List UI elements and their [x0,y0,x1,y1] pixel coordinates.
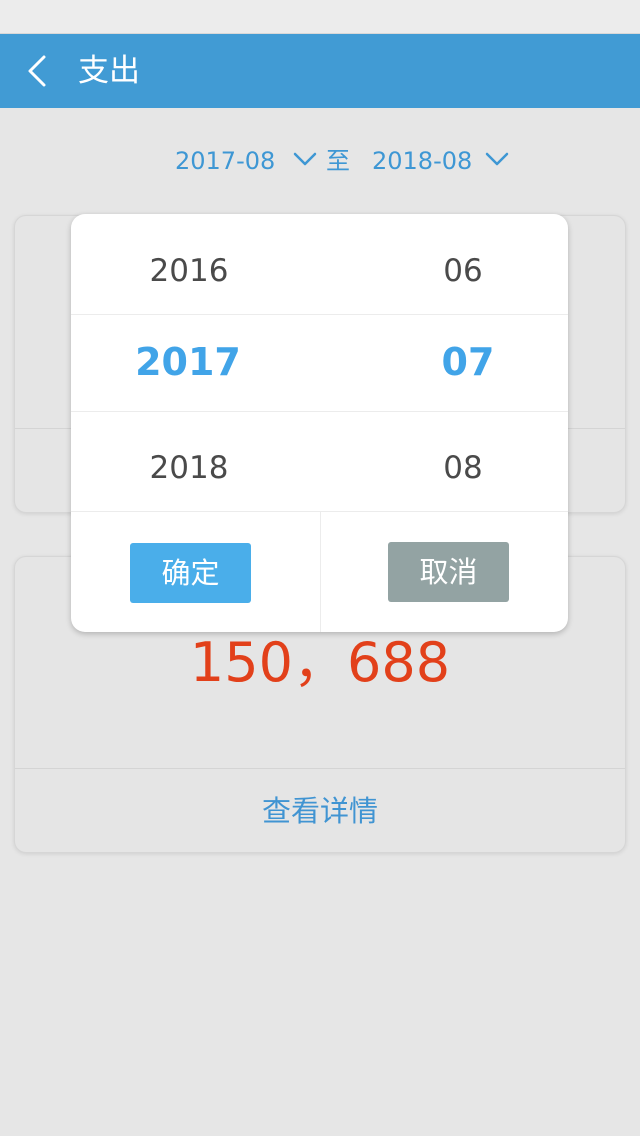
chevron-left-icon [28,55,46,87]
view-details-link[interactable]: 查看详情 [15,769,625,853]
picker-month-option[interactable]: 08 [383,448,543,488]
app-header: 支出 [0,34,640,108]
end-date[interactable]: 2018-08 [372,140,472,182]
page-title: 支出 [78,53,140,89]
picker-year-option[interactable]: 2018 [109,448,269,488]
date-range-selector: 2017-08 至 2018-08 [0,140,640,182]
status-bar [0,0,640,34]
end-date-chevron-down-icon[interactable] [485,150,509,170]
picker-month-option[interactable]: 06 [383,251,543,291]
picker-year-option[interactable]: 2016 [109,251,269,291]
confirm-button[interactable]: 确定 [130,543,251,603]
cancel-button[interactable]: 取消 [388,542,509,602]
start-date-chevron-down-icon[interactable] [293,150,317,170]
back-button[interactable] [14,48,60,94]
picker-year-selected[interactable]: 2017 [108,338,268,386]
picker-button-separator [320,512,321,632]
picker-month-selected[interactable]: 07 [388,338,548,386]
picker-selection-line-bottom [71,411,568,412]
range-separator: 至 [326,147,350,175]
picker-selection-line-top [71,314,568,315]
start-date[interactable]: 2017-08 [175,140,275,182]
date-picker-dialog: 2016 06 2017 07 2018 08 确定 取消 [71,214,568,632]
expense-amount: 150，688 [189,631,451,694]
